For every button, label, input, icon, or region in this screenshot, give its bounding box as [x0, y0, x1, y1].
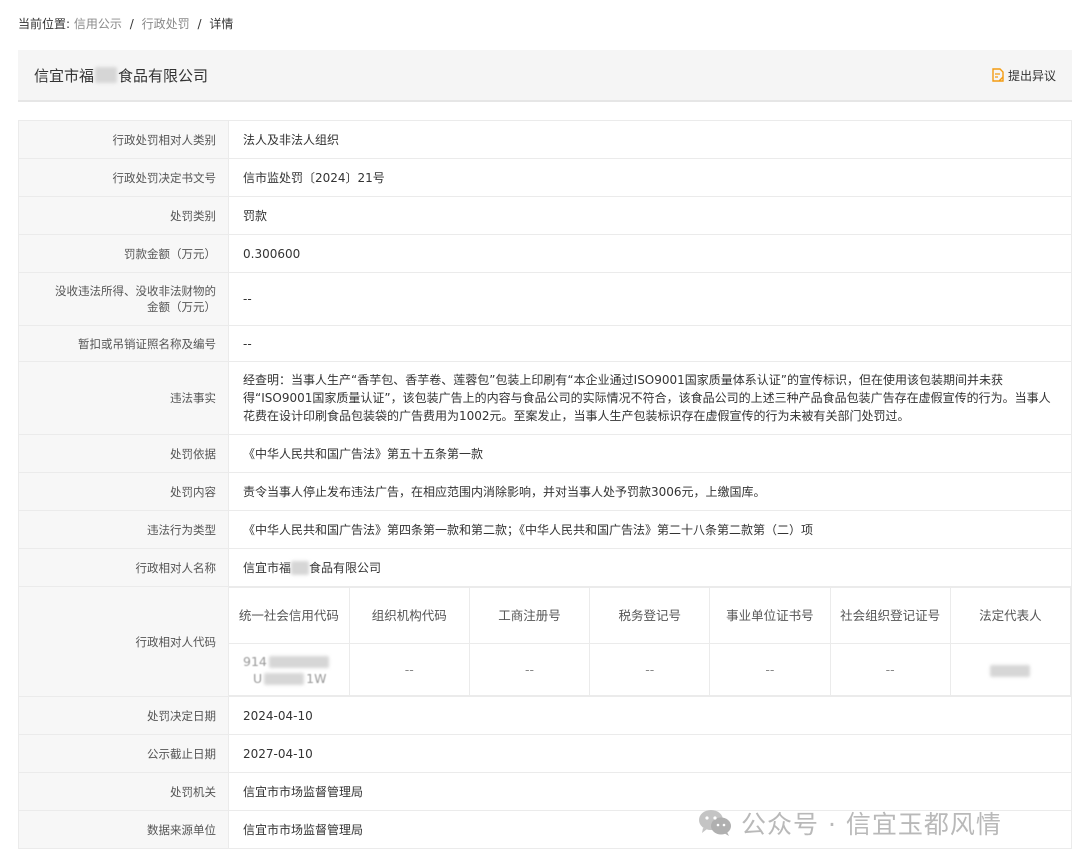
table-row: 公示截止日期 2027-04-10 [18, 734, 1072, 773]
table-row: 行政处罚相对人类别 法人及非法人组织 [18, 120, 1072, 159]
field-value: 经查明：当事人生产“香芋包、香芋卷、莲蓉包”包装上印刷有“本企业通过ISO900… [228, 361, 1072, 435]
tax-reg-value: -- [589, 643, 711, 696]
subject-code-cell: 统一社会信用代码 组织机构代码 工商注册号 税务登记号 事业单位证书号 社会组织… [228, 586, 1072, 697]
field-value: 2024-04-10 [228, 696, 1072, 735]
redacted-mark [990, 664, 1031, 677]
field-value: 信市监处罚〔2024〕21号 [228, 158, 1072, 197]
table-row: 处罚决定日期 2024-04-10 [18, 696, 1072, 735]
field-label: 行政处罚相对人类别 [18, 120, 229, 159]
table-row: 行政相对人名称 信宜市福 食品有限公司 [18, 548, 1072, 587]
detail-header: 信宜市福 食品有限公司 提出异议 [18, 50, 1072, 102]
table-row: 处罚内容 责令当事人停止发布违法广告，在相应范围内消除影响，并对当事人处予罚款3… [18, 472, 1072, 511]
credit-code-line2-end: 1W [306, 670, 327, 686]
field-value: 信宜市市场监督管理局 [228, 810, 1072, 849]
field-label: 处罚机关 [18, 772, 229, 811]
subject-name-suffix: 食品有限公司 [309, 560, 382, 575]
column-header: 统一社会信用代码 [229, 587, 350, 644]
field-label: 没收违法所得、没收非法财物的 金额（万元） [18, 272, 229, 326]
field-label: 罚款金额（万元） [18, 234, 229, 273]
field-label: 处罚内容 [18, 472, 229, 511]
credit-code-line2-start: U [253, 670, 263, 686]
business-reg-value: -- [468, 643, 591, 696]
table-row: 没收违法所得、没收非法财物的 金额（万元） -- [18, 272, 1072, 326]
field-label: 暂扣或吊销证照名称及编号 [18, 325, 229, 362]
column-header: 事业单位证书号 [709, 587, 831, 644]
table-row: 违法事实 经查明：当事人生产“香芋包、香芋卷、莲蓉包”包装上印刷有“本企业通过I… [18, 361, 1072, 435]
table-row: 行政相对人代码 统一社会信用代码 组织机构代码 工商注册号 税务登记号 事业单位… [18, 586, 1072, 697]
breadcrumb-separator: / [129, 17, 134, 31]
field-label: 行政相对人名称 [18, 548, 229, 587]
field-label: 违法行为类型 [18, 510, 229, 549]
breadcrumb-current: 详情 [209, 17, 234, 31]
field-value: 2027-04-10 [228, 734, 1072, 773]
credit-code-value: 914 U 1W [229, 643, 350, 696]
breadcrumb-label: 当前位置: [18, 17, 71, 31]
social-org-cert-value: -- [829, 643, 951, 696]
page-title: 信宜市福 食品有限公司 [34, 65, 208, 86]
field-value: -- [228, 272, 1072, 326]
table-row: 处罚机关 信宜市市场监督管理局 [18, 772, 1072, 811]
doc-edit-icon [992, 68, 1004, 82]
subject-code-table: 统一社会信用代码 组织机构代码 工商注册号 税务登记号 事业单位证书号 社会组织… [229, 587, 1072, 696]
field-label: 公示截止日期 [18, 734, 229, 773]
field-label: 处罚类别 [18, 196, 229, 235]
table-row: 暂扣或吊销证照名称及编号 -- [18, 325, 1072, 362]
field-value: 信宜市福 食品有限公司 [228, 548, 1072, 587]
field-label-line: 没收违法所得、没收非法财物的 [55, 284, 216, 298]
redacted-mark [291, 561, 310, 575]
penalty-detail-table: 行政处罚相对人类别 法人及非法人组织 行政处罚决定书文号 信市监处罚〔2024〕… [18, 120, 1072, 849]
table-row: 处罚依据 《中华人民共和国广告法》第五十五条第一款 [18, 434, 1072, 473]
breadcrumb: 当前位置: 信用公示 / 行政处罚 / 详情 [18, 14, 233, 34]
org-code-value: -- [348, 643, 470, 696]
table-row: 数据来源单位 信宜市市场监督管理局 [18, 810, 1072, 849]
field-label: 行政相对人代码 [18, 586, 229, 697]
redacted-mark [95, 67, 118, 83]
field-label: 处罚决定日期 [18, 696, 229, 735]
field-label: 处罚依据 [18, 434, 229, 473]
column-header: 社会组织登记证号 [829, 587, 951, 644]
field-value: 0.300600 [228, 234, 1072, 273]
field-value: 法人及非法人组织 [228, 120, 1072, 159]
column-header: 税务登记号 [589, 587, 711, 644]
field-label: 违法事实 [18, 361, 229, 435]
table-row: 处罚类别 罚款 [18, 196, 1072, 235]
field-value: 信宜市市场监督管理局 [228, 772, 1072, 811]
column-header: 工商注册号 [468, 587, 591, 644]
breadcrumb-link-credit[interactable]: 信用公示 [74, 17, 122, 31]
table-row: 行政处罚决定书文号 信市监处罚〔2024〕21号 [18, 158, 1072, 197]
raise-objection-button[interactable]: 提出异议 [992, 67, 1056, 84]
field-label-line: 金额（万元） [147, 300, 216, 314]
column-header: 组织机构代码 [348, 587, 470, 644]
table-row: 罚款金额（万元） 0.300600 [18, 234, 1072, 273]
table-row: 违法行为类型 《中华人民共和国广告法》第四条第一款和第二款；《中华人民共和国广告… [18, 510, 1072, 549]
field-label: 数据来源单位 [18, 810, 229, 849]
column-header: 法定代表人 [949, 587, 1072, 644]
subject-code-header-row: 统一社会信用代码 组织机构代码 工商注册号 税务登记号 事业单位证书号 社会组织… [229, 587, 1072, 644]
redacted-mark [268, 656, 329, 668]
field-value: -- [228, 325, 1072, 362]
institution-cert-value: -- [709, 643, 831, 696]
legal-representative-value [949, 643, 1072, 696]
subject-name-prefix: 信宜市福 [243, 560, 292, 575]
credit-code-line1: 914 [243, 653, 267, 669]
subject-code-value-row: 914 U 1W -- -- -- -- -- [229, 643, 1072, 696]
field-label: 行政处罚决定书文号 [18, 158, 229, 197]
raise-objection-label: 提出异议 [1007, 68, 1056, 83]
field-value: 罚款 [228, 196, 1072, 235]
field-value: 责令当事人停止发布违法广告，在相应范围内消除影响，并对当事人处予罚款3006元，… [228, 472, 1072, 511]
company-name-prefix: 信宜市福 [34, 66, 95, 85]
redacted-mark [264, 673, 305, 685]
field-value: 《中华人民共和国广告法》第四条第一款和第二款；《中华人民共和国广告法》第二十八条… [228, 510, 1072, 549]
company-name-suffix: 食品有限公司 [118, 66, 209, 85]
breadcrumb-separator: / [197, 17, 202, 31]
field-value: 《中华人民共和国广告法》第五十五条第一款 [228, 434, 1072, 473]
breadcrumb-link-penalty[interactable]: 行政处罚 [142, 17, 190, 31]
